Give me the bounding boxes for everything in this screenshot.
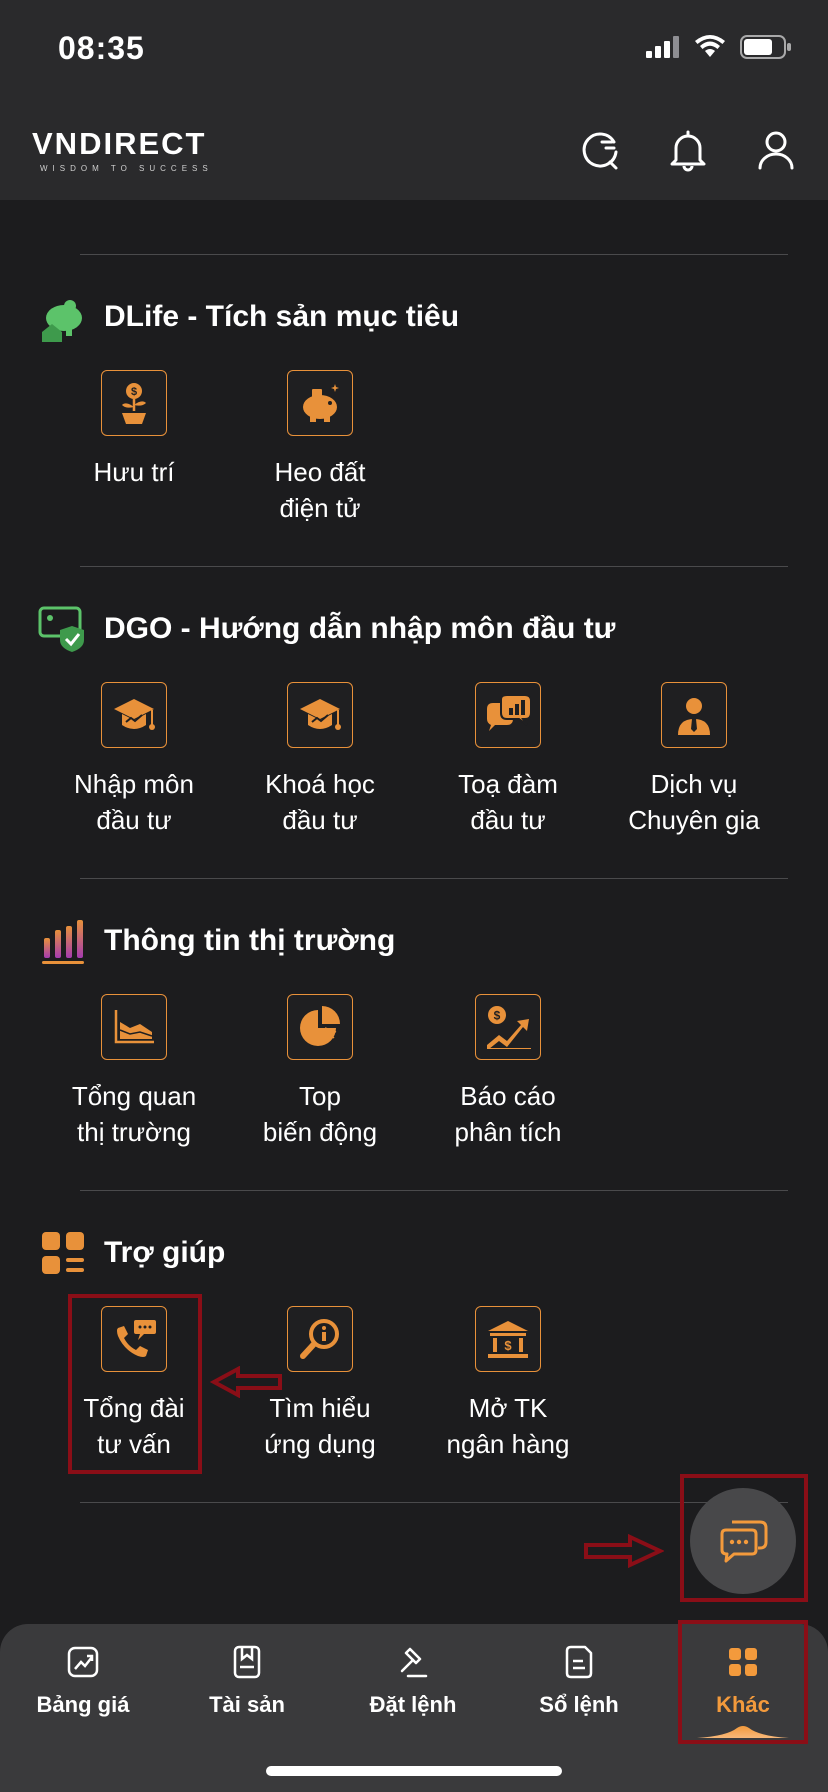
section-title-help: Trợ giúp — [104, 1236, 226, 1269]
bar-chart-icon — [42, 920, 84, 964]
refresh-search-icon[interactable] — [576, 126, 624, 174]
tile-label: Tìm hiểu ứng dụng — [264, 1393, 376, 1459]
tile-label: Mở TK ngân hàng — [446, 1393, 570, 1459]
tile-icon-box — [287, 682, 353, 748]
nav-assets[interactable]: Tài sản — [172, 1642, 322, 1718]
chat-support-button[interactable] — [690, 1488, 796, 1594]
tile-retirement[interactable]: $ Hưu trí — [44, 370, 224, 490]
graduation-cap-chart-icon — [300, 699, 341, 730]
piggy-bank-icon — [303, 384, 339, 422]
tile-label: Khoá học đầu tư — [265, 769, 375, 835]
status-time: 08:35 — [58, 30, 145, 66]
chat-bubbles-icon — [720, 1520, 768, 1563]
tile-icon-box: $ — [475, 994, 541, 1060]
status-bar: 08:35 — [0, 0, 828, 100]
tile-icon-box: $ — [101, 370, 167, 436]
graduation-cap-chart-icon — [114, 699, 155, 730]
svg-text:$: $ — [494, 1009, 501, 1023]
money-plant-icon: $ — [122, 383, 146, 424]
order-book-icon — [559, 1642, 599, 1682]
tile-open-bank-account[interactable]: $ Mở TK ngân hàng — [418, 1306, 598, 1462]
tile-icon-box — [287, 370, 353, 436]
bank-building-icon: $ — [488, 1321, 528, 1358]
tile-investing-course[interactable]: Khoá học đầu tư — [230, 682, 410, 838]
grid-menu-icon — [42, 1232, 84, 1274]
app-header: VNDIRECT WISDOM TO SUCCESS — [0, 100, 828, 200]
svg-text:$: $ — [131, 386, 137, 398]
screen-shield-icon — [38, 606, 84, 652]
nav-label: Bảng giá — [36, 1692, 130, 1717]
user-profile-icon[interactable] — [752, 126, 800, 174]
tile-label: Nhập môn đầu tư — [74, 769, 194, 835]
status-icons — [646, 34, 792, 60]
tile-label: Top biến động — [262, 1081, 378, 1147]
tile-market-overview[interactable]: Tổng quan thị trường — [44, 994, 224, 1150]
right-arrow-icon — [584, 1534, 664, 1568]
price-board-icon — [63, 1642, 103, 1682]
tile-label: Dịch vụ Chuyên gia — [628, 769, 760, 835]
tile-top-movers[interactable]: Top biến động — [230, 994, 410, 1150]
expert-person-icon — [678, 698, 710, 735]
section-title-dlife: DLife - Tích sản mục tiêu — [104, 300, 460, 333]
signal-icon — [646, 36, 679, 58]
logo-tagline: WISDOM TO SUCCESS — [40, 164, 213, 173]
divider — [80, 566, 788, 567]
home-indicator — [266, 1766, 562, 1776]
tile-icon-box — [101, 994, 167, 1060]
svg-text:$: $ — [504, 1338, 512, 1353]
logo-text: VNDIRECT — [32, 126, 207, 161]
highlight-box-hotline — [68, 1294, 202, 1474]
area-chart-icon — [114, 1010, 154, 1044]
gavel-icon — [393, 1642, 433, 1682]
nav-label: Đặt lệnh — [369, 1692, 457, 1717]
highlight-box-other-tab — [678, 1620, 808, 1744]
wifi-icon — [695, 35, 725, 57]
tile-investing-talk[interactable]: Toạ đàm đầu tư — [418, 682, 598, 838]
nav-label: Sổ lệnh — [539, 1692, 619, 1717]
search-info-icon — [300, 1319, 339, 1359]
tile-intro-investing[interactable]: Nhập môn đầu tư — [44, 682, 224, 838]
vndirect-logo: VNDIRECT WISDOM TO SUCCESS — [32, 126, 213, 173]
tile-label: Báo cáo phân tích — [454, 1081, 562, 1147]
bell-icon[interactable] — [664, 126, 712, 174]
tile-label: Heo đất điện tử — [274, 457, 366, 523]
nav-place-order[interactable]: Đặt lệnh — [338, 1642, 488, 1718]
divider — [80, 254, 788, 255]
nav-label: Tài sản — [209, 1692, 285, 1717]
divider — [80, 1190, 788, 1191]
tile-icon-box — [661, 682, 727, 748]
left-arrow-icon — [210, 1366, 282, 1398]
tile-icon-box — [101, 682, 167, 748]
pie-chart-icon — [300, 1006, 340, 1046]
nav-order-book[interactable]: Sổ lệnh — [504, 1642, 654, 1718]
section-title-dgo: DGO - Hướng dẫn nhập môn đầu tư — [104, 612, 616, 645]
battery-icon — [740, 35, 791, 59]
assets-book-icon — [227, 1642, 267, 1682]
nav-price-board[interactable]: Bảng giá — [8, 1642, 158, 1718]
section-title-market: Thông tin thị trường — [104, 924, 396, 957]
tile-digital-piggy[interactable]: Heo đất điện tử — [230, 370, 410, 526]
chat-chart-icon — [487, 695, 531, 731]
tile-expert-service[interactable]: Dịch vụ Chuyên gia — [604, 682, 784, 838]
tile-icon-box — [475, 682, 541, 748]
tile-label: Toạ đàm đầu tư — [458, 769, 558, 835]
tile-label: Tổng quan thị trường — [71, 1081, 197, 1147]
tile-icon-box — [287, 994, 353, 1060]
piggy-home-icon — [42, 300, 82, 342]
tile-icon-box: $ — [475, 1306, 541, 1372]
tile-icon-box — [287, 1306, 353, 1372]
tile-label: Hưu trí — [93, 457, 175, 487]
money-growth-chart-icon: $ — [487, 1006, 531, 1049]
divider — [80, 878, 788, 879]
tile-analysis-report[interactable]: $ Báo cáo phân tích — [418, 994, 598, 1150]
